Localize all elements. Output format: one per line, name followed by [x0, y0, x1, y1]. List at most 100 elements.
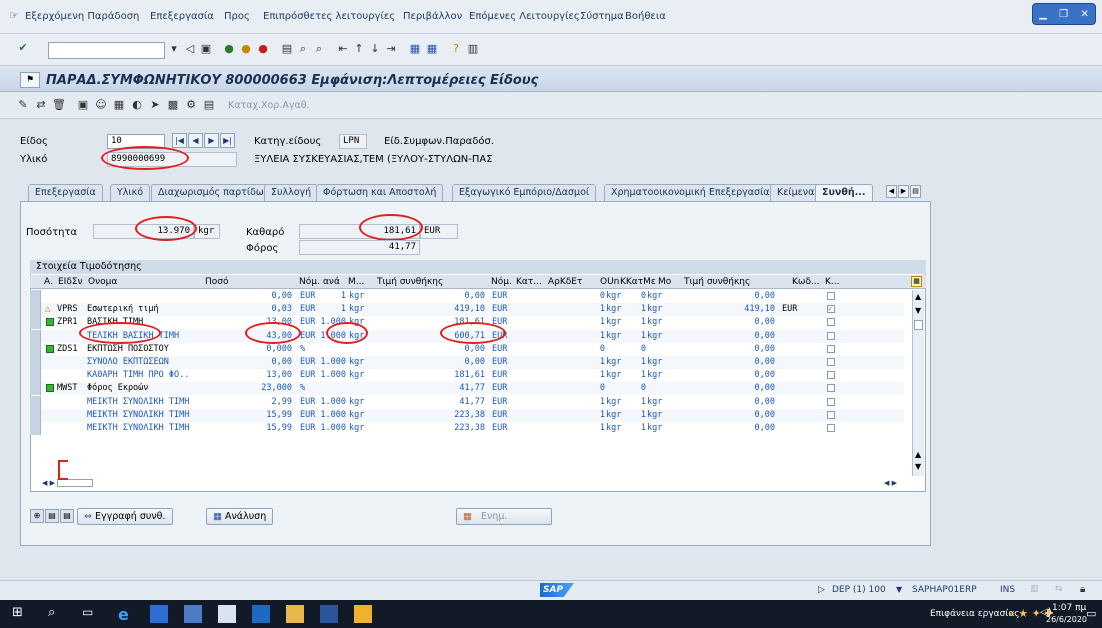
layout-icon[interactable]: ▥	[466, 42, 480, 56]
table-row[interactable]: ΣΥΝΟΛΟ ΕΚΠΤΩΣΕΩΝ 0,00 EUR 1.000 kgr 0,00 EUR 1 k…	[30, 356, 904, 369]
minimize-icon[interactable]: ▁	[1039, 9, 1047, 20]
col-mo[interactable]: Mo	[658, 275, 671, 289]
scroll-thumb[interactable]	[914, 320, 923, 330]
outlook-icon[interactable]	[252, 605, 270, 623]
restore-icon[interactable]: ❐	[1059, 9, 1068, 20]
tab-loading-shipping[interactable]: Φόρτωση και Αποστολή	[316, 184, 444, 202]
col-condvalue[interactable]: Τιμή συνθήκης	[377, 275, 443, 289]
table-row[interactable]: ΜΕΙΚΤΗ ΣΥΝΟΛΙΚΗ ΤΙΜΗ 15,99 EUR 1.000 kgr 223,…	[30, 422, 904, 435]
checkbox[interactable]	[827, 331, 835, 340]
clock-date[interactable]: 26/6/2020	[1046, 615, 1087, 624]
new-session-icon[interactable]: ▦	[408, 42, 422, 56]
menu-subsequent[interactable]: Επόμενες Λειτουργίες	[469, 11, 580, 22]
col-uom[interactable]: Μ...	[348, 275, 364, 289]
col-k[interactable]: Κ...	[825, 275, 839, 289]
grid-vertical-scrollbar[interactable]: ▲ ▼ ▲ ▼	[912, 290, 924, 476]
col-condvalue2[interactable]: Τιμή συνθήκης	[684, 275, 750, 289]
partner-icon[interactable]: ☺	[94, 98, 108, 112]
windows-start-icon[interactable]: ⊞	[12, 605, 30, 623]
post-conditions-button[interactable]: ⇔ Εγγραφή συνθ.	[77, 508, 173, 525]
sap-menu-icon[interactable]: ☞	[9, 9, 19, 22]
menu-goto[interactable]: Προς	[224, 11, 250, 22]
row-selector[interactable]	[30, 382, 41, 396]
row-selector[interactable]	[30, 408, 41, 422]
menu-extras[interactable]: Επιπρόσθετες λειτουργίες	[263, 11, 395, 22]
save-icon[interactable]: ▣	[199, 42, 213, 56]
display-mode-icon[interactable]: ⚑	[20, 72, 40, 88]
table-row[interactable]: ΜΕΙΚΤΗ ΣΥΝΟΛΙΚΗ ΤΙΜΗ 15,99 EUR 1.000 kgr 223,…	[30, 408, 904, 422]
row-selector[interactable]	[30, 395, 41, 409]
command-field[interactable]	[48, 42, 165, 59]
scroll-down-bottom-icon[interactable]: ▼	[915, 462, 921, 471]
help-icon[interactable]: ?	[449, 42, 463, 56]
checkbox[interactable]	[827, 410, 835, 419]
itemcat-field[interactable]: LPN	[339, 134, 367, 149]
back-arrow-icon[interactable]: ◁	[183, 42, 197, 56]
row-selector[interactable]	[30, 329, 41, 343]
status-mode[interactable]: INS	[1000, 585, 1015, 595]
checkbox[interactable]	[827, 292, 835, 300]
status-lock-icon[interactable]: 🔒︎	[1080, 584, 1085, 595]
col-currency[interactable]: Νόμ.	[299, 275, 320, 289]
material-field[interactable]: 8990000699	[107, 152, 237, 167]
explorer-icon[interactable]	[286, 605, 304, 623]
first-item-icon[interactable]: |◀	[172, 133, 187, 148]
table-row[interactable]: MWST Φόρος Εκροών 23,000% 41,77 EUR 0 0 0,00	[30, 382, 904, 396]
analysis-button[interactable]: ▦ Ανάλυση	[206, 508, 274, 525]
tab-foreign-trade[interactable]: Εξαγωγικό Εμπόριο/Δασμοί	[452, 184, 597, 202]
close-icon[interactable]: ✕	[1080, 9, 1088, 20]
prev-item-icon[interactable]: ◀	[188, 133, 203, 148]
row-selector[interactable]	[30, 316, 41, 330]
prev-page-icon[interactable]: ↑	[352, 42, 366, 56]
table-row[interactable]: ΤΕΛΙΚΗ ΒΑΣΙΚΗ ΤΙΜΗ 43,00 EUR 1.000 kgr 600,71…	[30, 329, 904, 343]
row-selector[interactable]	[30, 342, 41, 356]
checkbox[interactable]	[827, 358, 835, 366]
tab-texts[interactable]: Κείμενα	[770, 184, 822, 202]
chevron-down-icon[interactable]: ▾	[167, 42, 181, 56]
delete-row-icon[interactable]: ▤	[60, 509, 74, 523]
tab-conditions[interactable]: Συνθή...	[815, 184, 873, 202]
tab-list-icon[interactable]: ▤	[910, 185, 921, 198]
status-connect-icon[interactable]: ⇆	[1055, 584, 1063, 594]
row-selector[interactable]	[30, 303, 41, 317]
serial-icon[interactable]: ⚙	[184, 98, 198, 112]
goods-issue-icon[interactable]: ▤	[202, 98, 216, 112]
scroll-up-icon[interactable]: ▲	[915, 292, 921, 301]
net-field[interactable]: 181,61	[299, 224, 420, 239]
col-cat[interactable]: Κατ...	[516, 275, 542, 289]
exit-icon[interactable]: ●	[239, 42, 253, 56]
enter-icon[interactable]: ✔	[16, 41, 30, 55]
col-amount[interactable]: Ποσό	[205, 275, 228, 289]
back-icon[interactable]: ●	[222, 42, 236, 56]
status-layout-icon[interactable]: ▥	[1030, 584, 1039, 594]
search-icon[interactable]: ⌕	[48, 605, 66, 623]
checkbox[interactable]	[827, 424, 835, 432]
header-icon[interactable]: ▣	[76, 98, 90, 112]
tab-material[interactable]: Υλικό	[110, 184, 151, 202]
col-code[interactable]: Κωδ...	[792, 275, 820, 289]
first-page-icon[interactable]: ⇤	[336, 42, 350, 56]
grid-horizontal-scroll-right[interactable]: ◀ ▶	[884, 479, 904, 489]
sap-gui-icon[interactable]	[354, 605, 372, 623]
checkbox[interactable]	[827, 344, 835, 353]
tab-financial[interactable]: Χρηματοοικονομική Επεξεργασία	[604, 184, 777, 202]
checkbox[interactable]	[827, 397, 835, 406]
last-page-icon[interactable]: ⇥	[384, 42, 398, 56]
notifications-icon[interactable]: ▭	[1086, 607, 1096, 620]
batch-icon[interactable]: ▩	[166, 98, 180, 112]
checkbox-checked[interactable]: ✓	[827, 305, 835, 314]
task-view-icon[interactable]: ▭	[82, 605, 100, 623]
tax-field[interactable]: 41,77	[299, 240, 420, 255]
scroll-down-icon[interactable]: ▼	[915, 306, 921, 315]
menu-system[interactable]: Σύστημα	[580, 11, 624, 22]
grid-horizontal-scroll-left[interactable]: ◀ ▶	[42, 479, 122, 489]
tab-batch-split[interactable]: Διαχωρισμός παρτίδων	[151, 184, 277, 202]
table-row[interactable]: ΜΕΙΚΤΗ ΣΥΝΟΛΙΚΗ ΤΙΜΗ 2,99 EUR 1.000 kgr 41,77…	[30, 395, 904, 409]
cancel-icon[interactable]: ●	[256, 42, 270, 56]
item-field[interactable]: 10	[107, 134, 165, 149]
status-dropdown-icon[interactable]: ▼	[896, 585, 902, 594]
desktop-notify[interactable]: Επιφάνεια εργασίας	[930, 609, 1020, 619]
col-a[interactable]: Α.	[44, 275, 53, 289]
table-row[interactable]: ΚΑΘΑΡΗ ΤΙΜΗ ΠΡΟ ΦΟ.. 13,00 EUR 1.000 kgr 181,…	[30, 369, 904, 383]
table-row[interactable]: ZPR1 ΒΑΣΙΚΗ ΤΙΜΗ 13,00 EUR 1.000 kgr 181,61 EUR…	[30, 316, 904, 330]
